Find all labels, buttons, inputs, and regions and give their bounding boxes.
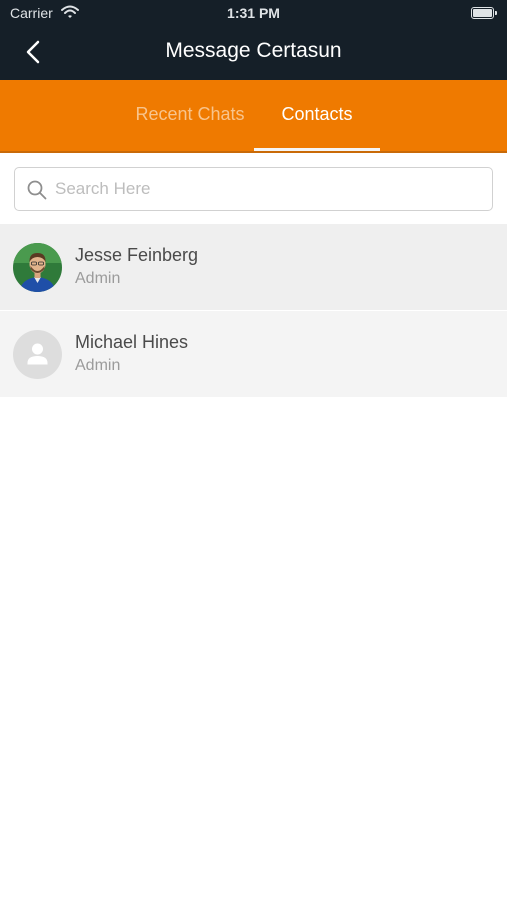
battery-icon	[471, 7, 498, 19]
contact-row[interactable]: Michael Hines Admin	[0, 311, 507, 397]
default-avatar-icon	[13, 330, 62, 379]
contact-role: Admin	[75, 357, 121, 374]
page-title: Message Certasun	[165, 39, 342, 62]
search-box[interactable]	[14, 167, 493, 211]
contact-role: Admin	[75, 270, 121, 287]
tab-recent-chats[interactable]: Recent Chats	[126, 104, 254, 125]
status-bar: Carrier 1:31 PM	[0, 0, 507, 26]
contact-name: Michael Hines	[75, 332, 189, 352]
contact-name: Jesse Feinberg	[75, 245, 199, 265]
tab-contacts[interactable]: Contacts	[254, 104, 380, 125]
search-icon	[27, 180, 47, 200]
avatar	[13, 243, 62, 292]
tab-bar: Recent Chats Contacts	[0, 80, 507, 152]
status-time: 1:31 PM	[227, 5, 280, 21]
contact-row[interactable]: Jesse Feinberg Admin	[0, 224, 507, 310]
search-input[interactable]	[55, 175, 475, 203]
tab-bar-divider	[0, 151, 507, 153]
top-bar: Carrier 1:31 PM Message Certasun	[0, 0, 507, 80]
